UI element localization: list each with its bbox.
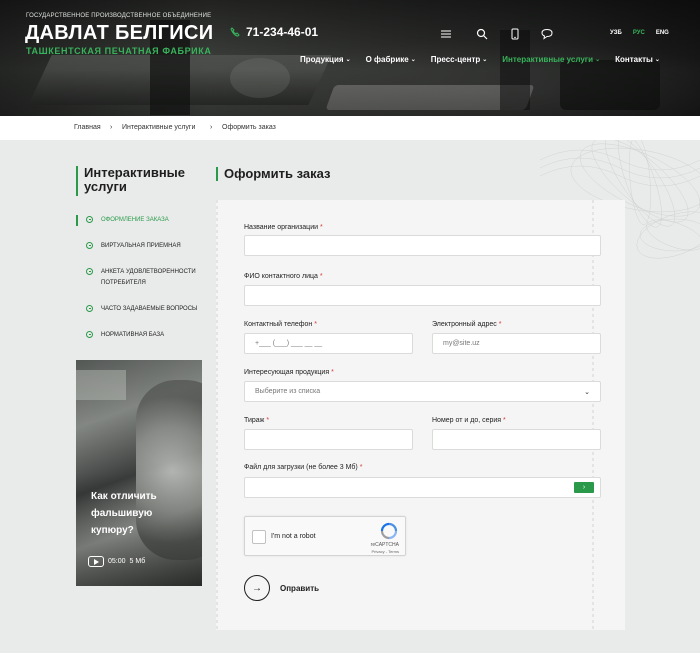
breadcrumb-separator-icon: › (210, 124, 213, 131)
nav-item-services[interactable]: Интерактивные услуги ⌄ (502, 55, 600, 64)
search-icon[interactable] (476, 27, 488, 40)
sidebar-title: Интерактивные услуги (76, 166, 201, 196)
arrow-right-icon: → (252, 582, 262, 594)
captcha-links[interactable]: Privacy - Terms (372, 549, 399, 554)
chevron-down-icon: ⌄ (654, 57, 660, 63)
sidebar-item-reception[interactable]: Виртуальная приемная (76, 241, 181, 252)
product-select[interactable]: Выберите из списка ⌄ (244, 381, 601, 402)
arrow-circle-icon (86, 242, 93, 249)
product-label: Интересующая продукция * (244, 369, 334, 376)
number-input[interactable] (432, 429, 601, 450)
sidebar-item-regulations[interactable]: Нормативная база (76, 330, 164, 341)
promo-duration: 05:00 (108, 558, 126, 565)
recaptcha-widget: I'm not a robot reCAPTCHA Privacy - Term… (244, 516, 406, 556)
promo-size: 5 Мб (129, 558, 146, 565)
logo-subtitle: ТАШКЕНТСКАЯ ПЕЧАТНАЯ ФАБРИКА (26, 46, 212, 56)
sidebar-item-survey[interactable]: Анкета удовлетворенности потребителя (76, 267, 201, 289)
nav-item-contacts[interactable]: Контакты ⌄ (615, 55, 660, 64)
lang-ru[interactable]: РУС (633, 30, 645, 36)
breadcrumb-home[interactable]: Главная (74, 124, 101, 131)
arrow-circle-icon (86, 268, 93, 275)
arrow-circle-icon (86, 216, 93, 223)
breadcrumb-services[interactable]: Интерактивные услуги (122, 124, 195, 131)
number-label: Номер от и до, серия * (432, 417, 506, 424)
file-upload-button[interactable]: › (574, 482, 594, 493)
captcha-label: I'm not a robot (271, 533, 316, 540)
chevron-down-icon: ⌄ (595, 57, 601, 63)
arrow-circle-icon (86, 331, 93, 338)
captcha-brand: reCAPTCHA (370, 542, 399, 548)
recaptcha-icon (380, 522, 398, 540)
phone-label: Контактный телефон * (244, 321, 317, 328)
contact-input[interactable] (244, 285, 601, 306)
nav-item-about[interactable]: О фабрике ⌄ (366, 55, 416, 64)
phone-input[interactable]: +___ (___) ___ __ __ (244, 333, 413, 354)
chevron-down-icon: ⌄ (410, 57, 416, 63)
circulation-input[interactable] (244, 429, 413, 450)
arrow-circle-icon (86, 305, 93, 312)
captcha-checkbox[interactable] (252, 530, 266, 544)
nav-item-products[interactable]: Продукция ⌄ (300, 55, 351, 64)
phone-icon (230, 27, 240, 37)
breadcrumb: Главная › Интерактивные услуги › Оформит… (0, 116, 700, 140)
sidebar-item-faq[interactable]: Часто задаваемые вопросы (76, 304, 197, 315)
chevron-right-icon: › (582, 484, 586, 491)
chat-icon[interactable] (541, 27, 553, 40)
nav-item-press[interactable]: Пресс-центр ⌄ (431, 55, 488, 64)
page-title: Оформить заказ (216, 167, 330, 181)
breadcrumb-separator-icon: › (110, 124, 113, 131)
play-icon[interactable] (88, 556, 104, 567)
file-label: Файл для загрузки (не более 3 Мб) * (244, 464, 363, 471)
org-label: Название организации * (244, 224, 323, 231)
promo-video-card[interactable]: Как отличить фальшивую купюру? (76, 360, 202, 586)
sidebar-item-order[interactable]: Оформление заказа (76, 215, 169, 226)
phone-number: 71-234-46-01 (246, 25, 319, 39)
chevron-down-icon: ⌄ (584, 389, 590, 396)
logo[interactable]: ДАВЛАТ БЕЛГИСИ (25, 22, 213, 45)
submit-label[interactable]: Оправить (280, 584, 319, 593)
promo-meta: 05:00 5 Мб (88, 556, 145, 567)
chevron-down-icon: ⌄ (482, 57, 488, 63)
email-label: Электронный адрес * (432, 321, 502, 328)
lang-uz[interactable]: УЗБ (610, 30, 622, 36)
circulation-label: Тираж * (244, 417, 270, 424)
phone-link[interactable]: 71-234-46-01 (230, 25, 318, 39)
order-form (216, 200, 625, 630)
list-icon[interactable] (440, 27, 452, 39)
file-input[interactable]: › (244, 477, 601, 498)
contact-label: ФИО контактного лица * (244, 273, 323, 280)
chevron-down-icon: ⌄ (345, 57, 351, 63)
promo-title: Как отличить фальшивую купюру? (91, 491, 157, 536)
email-input[interactable]: my@site.uz (432, 333, 601, 354)
language-switcher: УЗБ РУС ENG (610, 30, 669, 36)
mobile-icon[interactable] (509, 27, 521, 40)
submit-button[interactable]: → (244, 575, 270, 601)
logo-tagline: Государственное производственное объедин… (26, 13, 212, 19)
breadcrumb-current: Оформить заказ (222, 124, 276, 131)
org-input[interactable] (244, 235, 601, 256)
lang-en[interactable]: ENG (656, 30, 669, 36)
main-nav: Продукция ⌄ О фабрике ⌄ Пресс-центр ⌄ Интер… (300, 55, 675, 64)
